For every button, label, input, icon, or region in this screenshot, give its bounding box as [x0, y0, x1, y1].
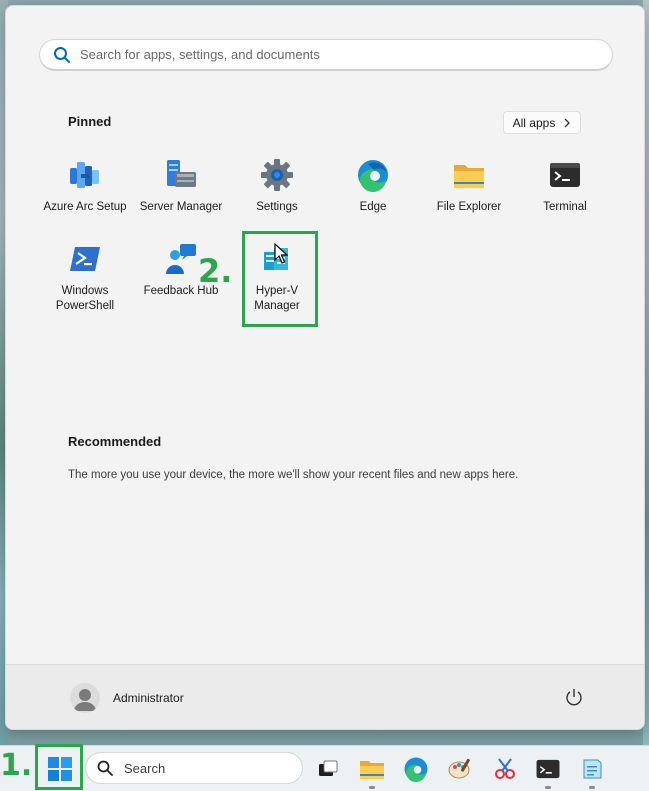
search-icon — [54, 46, 70, 63]
pinned-app-edge[interactable]: Edge — [325, 158, 421, 215]
user-name[interactable]: Administrator — [113, 691, 184, 705]
running-indicator — [545, 786, 551, 789]
pinned-app-windows-powershell[interactable]: Windows PowerShell — [37, 242, 133, 314]
start-menu: Pinned All apps Azure Arc Setup — [5, 5, 645, 730]
search-input[interactable] — [80, 47, 560, 62]
running-indicator — [369, 786, 375, 789]
notepad-icon[interactable] — [578, 755, 606, 783]
avatar[interactable] — [70, 683, 100, 713]
running-indicator — [589, 786, 595, 789]
pinned-app-azure-arc-setup[interactable]: Azure Arc Setup — [37, 158, 133, 215]
taskbar-search-box[interactable]: Search — [85, 752, 303, 784]
pinned-title: Pinned — [68, 114, 112, 129]
taskbar-search-label: Search — [124, 760, 166, 776]
terminal-taskbar-icon[interactable] — [534, 755, 562, 783]
snipping-tool-icon[interactable] — [491, 755, 519, 783]
start-menu-footer: Administrator — [6, 664, 644, 729]
chevron-right-icon — [564, 118, 571, 127]
app-label: Edge — [359, 201, 387, 213]
power-icon[interactable] — [564, 687, 584, 707]
app-label: Windows PowerShell — [55, 285, 115, 312]
edge-icon — [356, 158, 390, 192]
azure-arc-icon — [68, 158, 102, 192]
app-label: File Explorer — [436, 201, 502, 213]
terminal-icon — [548, 158, 582, 192]
app-label: Server Manager — [139, 201, 223, 213]
recommended-empty-text: The more you use your device, the more w… — [68, 469, 519, 481]
highlight-box-start — [35, 744, 83, 790]
server-manager-icon — [164, 158, 198, 192]
paint-icon[interactable] — [446, 755, 474, 783]
recommended-title: Recommended — [68, 434, 162, 449]
powershell-icon — [68, 242, 102, 276]
all-apps-label: All apps — [512, 115, 556, 130]
pinned-app-terminal[interactable]: Terminal — [517, 158, 613, 215]
step-2-label: 2. — [198, 252, 233, 290]
step-1-label: 1. — [0, 748, 33, 783]
feedback-hub-icon — [164, 242, 198, 276]
folder-icon — [452, 158, 486, 192]
edge-taskbar-icon[interactable] — [402, 755, 430, 783]
pinned-app-server-manager[interactable]: Server Manager — [133, 158, 229, 215]
gear-icon — [260, 158, 294, 192]
user-icon — [74, 689, 96, 711]
pinned-app-settings[interactable]: Settings — [229, 158, 325, 215]
app-label: Terminal — [543, 201, 587, 213]
highlight-box-hyper-v — [242, 231, 318, 327]
app-label: Settings — [256, 201, 298, 213]
task-view-icon[interactable] — [314, 755, 342, 783]
file-explorer-icon[interactable] — [358, 755, 386, 783]
pinned-app-file-explorer[interactable]: File Explorer — [421, 158, 517, 215]
all-apps-button[interactable]: All apps — [503, 111, 581, 134]
start-search-box[interactable] — [39, 39, 613, 71]
app-label: Azure Arc Setup — [43, 201, 127, 213]
search-icon — [97, 760, 113, 776]
taskbar: Search — [0, 745, 649, 791]
